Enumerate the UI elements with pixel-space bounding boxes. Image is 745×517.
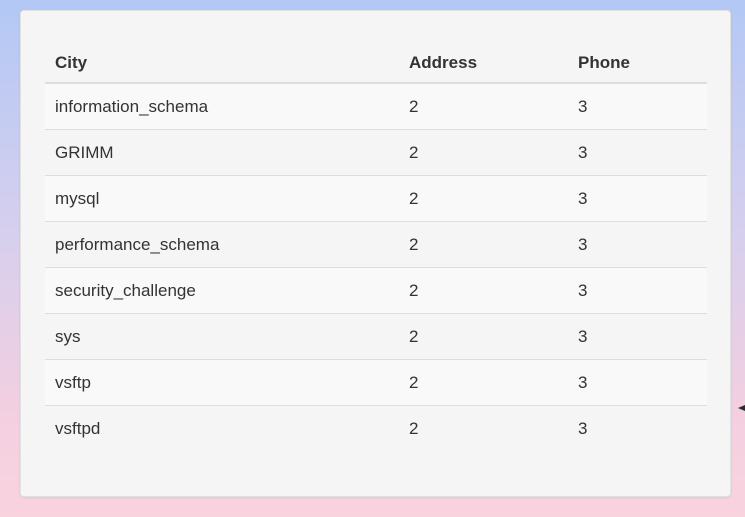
cell-phone: 3 (568, 83, 707, 130)
cell-city: vsftp (45, 359, 399, 406)
cell-address: 2 (399, 267, 568, 314)
cell-phone: 3 (568, 359, 707, 406)
table-row: vsftpd 2 3 (45, 405, 707, 451)
table-row: vsftp 2 3 (45, 359, 707, 406)
cell-phone: 3 (568, 405, 707, 451)
cell-city: information_schema (45, 83, 399, 130)
cell-phone: 3 (568, 175, 707, 222)
table-row: information_schema 2 3 (45, 83, 707, 130)
cell-phone: 3 (568, 129, 707, 176)
cell-address: 2 (399, 313, 568, 360)
cell-phone: 3 (568, 313, 707, 360)
cell-city: sys (45, 313, 399, 360)
cell-phone: 3 (568, 267, 707, 314)
cell-city: mysql (45, 175, 399, 222)
table-row: sys 2 3 (45, 313, 707, 360)
table-header: City Address Phone (45, 44, 707, 84)
column-header-city: City (45, 44, 399, 84)
cell-city: vsftpd (45, 405, 399, 451)
arrow-left-icon (738, 405, 745, 411)
table-row: mysql 2 3 (45, 175, 707, 222)
cell-city: performance_schema (45, 221, 399, 268)
cell-address: 2 (399, 359, 568, 406)
table-row: GRIMM 2 3 (45, 129, 707, 176)
table-row: security_challenge 2 3 (45, 267, 707, 314)
cell-phone: 3 (568, 221, 707, 268)
column-header-phone: Phone (568, 44, 707, 84)
results-table: City Address Phone information_schema 2 … (45, 44, 707, 451)
column-header-address: Address (399, 44, 568, 84)
results-card: City Address Phone information_schema 2 … (20, 10, 731, 497)
cell-address: 2 (399, 129, 568, 176)
cell-address: 2 (399, 83, 568, 130)
cell-address: 2 (399, 221, 568, 268)
table-row: performance_schema 2 3 (45, 221, 707, 268)
cell-city: GRIMM (45, 129, 399, 176)
table-body: information_schema 2 3 GRIMM 2 3 mysql 2… (45, 83, 707, 451)
table-header-row: City Address Phone (45, 44, 707, 84)
cell-city: security_challenge (45, 267, 399, 314)
cell-address: 2 (399, 175, 568, 222)
cell-address: 2 (399, 405, 568, 451)
